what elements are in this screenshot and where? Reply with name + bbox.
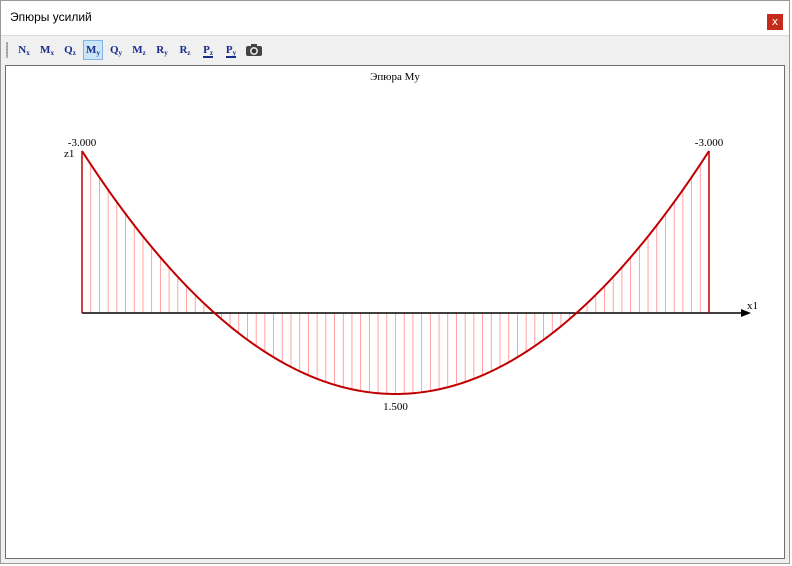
mx-button[interactable]: Mx	[37, 40, 57, 60]
title-bar: Эпюры усилий x	[1, 1, 789, 36]
qy-button[interactable]: Qy	[106, 40, 126, 60]
moment-diagram: Эпюра My -3.000 -3.000 1.500 x1 z1	[64, 71, 758, 413]
close-button[interactable]: x	[767, 14, 783, 30]
window-title: Эпюры усилий	[10, 10, 92, 24]
ry-button[interactable]: Ry	[152, 40, 172, 60]
z-axis-label: z1	[64, 148, 74, 160]
diagram-canvas[interactable]: Эпюра My -3.000 -3.000 1.500 x1 z1	[5, 65, 785, 559]
x-axis-label: x1	[747, 300, 758, 312]
min-value-label: 1.500	[383, 401, 408, 413]
diagram-window: Эпюры усилий x Nx Mx Qz My Qy Mz Ry Rz P…	[0, 0, 790, 564]
py-button[interactable]: Py	[221, 40, 241, 60]
my-button[interactable]: My	[83, 40, 103, 60]
mz-button[interactable]: Mz	[129, 40, 149, 60]
right-value-label: -3.000	[695, 137, 724, 149]
qz-button[interactable]: Qz	[60, 40, 80, 60]
toolbar: Nx Mx Qz My Qy Mz Ry Rz Pz Py	[1, 37, 789, 63]
nx-button[interactable]: Nx	[14, 40, 34, 60]
rz-button[interactable]: Rz	[175, 40, 195, 60]
camera-icon	[246, 44, 262, 56]
camera-button[interactable]	[244, 40, 264, 60]
hatch-lines	[81, 151, 710, 394]
toolbar-grip[interactable]	[6, 42, 8, 58]
plot-title: Эпюра My	[370, 71, 420, 83]
pz-button[interactable]: Pz	[198, 40, 218, 60]
